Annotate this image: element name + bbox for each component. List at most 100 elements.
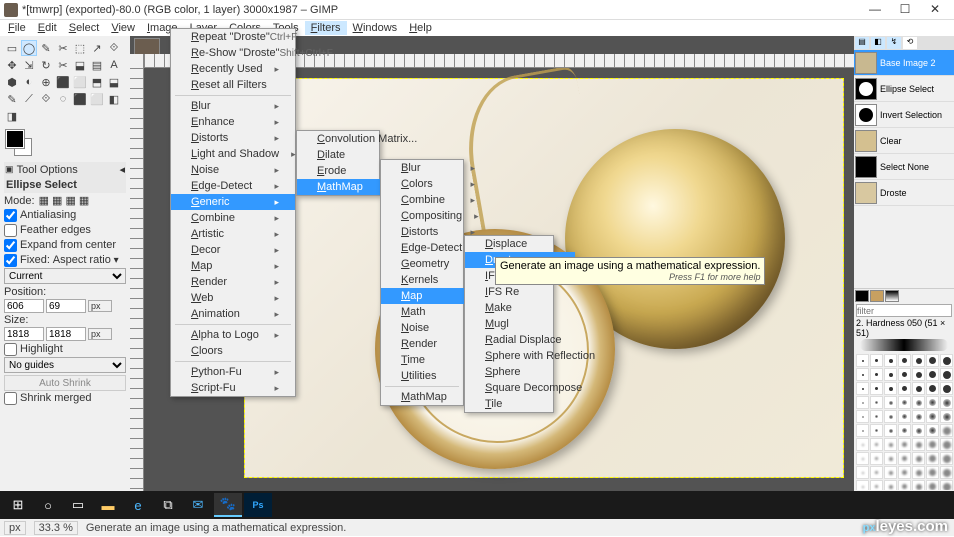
tool-24[interactable]: ◌ — [55, 91, 71, 107]
menu-item-sphere[interactable]: Sphere — [465, 364, 575, 380]
menu-item-web[interactable]: Web▸ — [171, 290, 295, 306]
menu-item-generic[interactable]: Generic▸ — [171, 194, 295, 210]
brush-33[interactable] — [926, 410, 939, 423]
menu-item-radial-displace[interactable]: Radial Displace — [465, 332, 575, 348]
shrinkmerged-check[interactable]: Shrink merged — [4, 391, 126, 406]
right-tabs[interactable]: ▤ ◧ ↯ ⟲ — [854, 36, 954, 50]
menu-windows[interactable]: Windows — [347, 21, 404, 35]
menu-item-combine[interactable]: Combine▸ — [381, 192, 491, 208]
history-item[interactable]: Droste — [854, 180, 954, 206]
menu-item-reset-all-filters[interactable]: Reset all Filters — [171, 77, 295, 93]
brush-50[interactable] — [870, 452, 883, 465]
menu-file[interactable]: File — [2, 21, 32, 35]
brush-53[interactable] — [912, 452, 925, 465]
brush-46[interactable] — [912, 438, 925, 451]
brush-12[interactable] — [926, 368, 939, 381]
antialiasing-check[interactable]: Antialiasing — [4, 208, 126, 223]
brush-41[interactable] — [940, 424, 953, 437]
menu-item-combine[interactable]: Combine▸ — [171, 210, 295, 226]
brush-8[interactable] — [870, 368, 883, 381]
taskview-icon[interactable]: ▭ — [64, 493, 92, 517]
brush-61[interactable] — [926, 466, 939, 479]
menu-item-sphere-with-reflection[interactable]: Sphere with Reflection — [465, 348, 575, 364]
brush-69[interactable] — [940, 480, 953, 490]
ps-icon[interactable]: Ps — [244, 493, 272, 517]
generic-submenu[interactable]: Convolution Matrix...DilateErodeMathMap▸ — [296, 130, 380, 196]
menu-item-edge-detect[interactable]: Edge-Detect▸ — [171, 178, 295, 194]
menu-item-compositing[interactable]: Compositing▸ — [381, 208, 491, 224]
tool-21[interactable]: ✎ — [4, 91, 20, 107]
tool-15[interactable]: ◐ — [21, 74, 37, 90]
menu-item-map[interactable]: Map▸ — [171, 258, 295, 274]
tool-3[interactable]: ✂ — [55, 40, 71, 56]
brush-14[interactable] — [856, 382, 869, 395]
brush-26[interactable] — [926, 396, 939, 409]
tool-27[interactable]: ◧ — [106, 91, 122, 107]
menu-item-colors[interactable]: Colors▸ — [381, 176, 491, 192]
history-item[interactable]: Base Image 2 — [854, 50, 954, 76]
brush-68[interactable] — [926, 480, 939, 490]
tool-17[interactable]: ⬛ — [55, 74, 71, 90]
unit-display[interactable]: px — [4, 521, 26, 535]
menu-item-re-show-droste-[interactable]: Re-Show "Droste"Shift+Ctrl+F — [171, 45, 295, 61]
zoom-display[interactable]: 33.3 % — [34, 521, 78, 535]
gimp-icon[interactable]: 🐾 — [214, 493, 242, 517]
history-item[interactable]: Invert Selection — [854, 102, 954, 128]
brush-65[interactable] — [884, 480, 897, 490]
cortana-icon[interactable]: ○ — [34, 493, 62, 517]
tool-23[interactable]: ⟐ — [38, 91, 54, 107]
brush-28[interactable] — [856, 410, 869, 423]
menu-item-python-fu[interactable]: Python-Fu▸ — [171, 364, 295, 380]
menu-item-recently-used[interactable]: Recently Used▸ — [171, 61, 295, 77]
menu-item-render[interactable]: Render▸ — [171, 274, 295, 290]
brush-37[interactable] — [884, 424, 897, 437]
size-w[interactable] — [4, 327, 44, 341]
menu-item-make[interactable]: Make — [465, 300, 575, 316]
tab-layers[interactable]: ▤ — [855, 37, 869, 49]
tool-28[interactable]: ◨ — [4, 108, 20, 124]
brush-59[interactable] — [898, 466, 911, 479]
menubar[interactable]: FileEditSelectViewImageLayerColorsToolsF… — [0, 20, 954, 36]
brush-6[interactable] — [940, 354, 953, 367]
brush-36[interactable] — [870, 424, 883, 437]
history-item[interactable]: Ellipse Select — [854, 76, 954, 102]
menu-view[interactable]: View — [105, 21, 141, 35]
brush-24[interactable] — [898, 396, 911, 409]
brush-30[interactable] — [884, 410, 897, 423]
tool-26[interactable]: ⬜ — [89, 91, 105, 107]
current-select[interactable]: Current — [4, 268, 126, 284]
menu-item-light-and-shadow[interactable]: Light and Shadow▸ — [171, 146, 295, 162]
menu-item-mugl[interactable]: Mugl — [465, 316, 575, 332]
brush-39[interactable] — [912, 424, 925, 437]
menu-item-blur[interactable]: Blur▸ — [381, 160, 491, 176]
brush-1[interactable] — [870, 354, 883, 367]
brush-9[interactable] — [884, 368, 897, 381]
tool-16[interactable]: ⊕ — [38, 74, 54, 90]
brush-43[interactable] — [870, 438, 883, 451]
brush-27[interactable] — [940, 396, 953, 409]
brush-47[interactable] — [926, 438, 939, 451]
store-icon[interactable]: ⧉ — [154, 493, 182, 517]
brush-2[interactable] — [884, 354, 897, 367]
brush-tabs[interactable] — [854, 289, 954, 303]
tool-0[interactable]: ▭ — [4, 40, 20, 56]
taskbar[interactable]: ⊞ ○ ▭ ▬ e ⧉ ✉ 🐾 Ps — [0, 491, 954, 519]
brush-19[interactable] — [926, 382, 939, 395]
brush-15[interactable] — [870, 382, 883, 395]
menu-item-repeat-droste-[interactable]: Repeat "Droste"Ctrl+F — [171, 29, 295, 45]
tab-undo[interactable]: ⟲ — [903, 37, 917, 49]
brush-62[interactable] — [940, 466, 953, 479]
brush-4[interactable] — [912, 354, 925, 367]
image-tab[interactable] — [134, 38, 160, 54]
guides-select[interactable]: No guides — [4, 357, 126, 373]
close-button[interactable]: ✕ — [920, 0, 950, 20]
brush-38[interactable] — [898, 424, 911, 437]
gradient-tab[interactable] — [885, 290, 899, 302]
menu-item-alpha-to-logo[interactable]: Alpha to Logo▸ — [171, 327, 295, 343]
brush-5[interactable] — [926, 354, 939, 367]
brush-60[interactable] — [912, 466, 925, 479]
brush-35[interactable] — [856, 424, 869, 437]
tool-8[interactable]: ⇲ — [21, 57, 37, 73]
menu-item-noise[interactable]: Noise▸ — [171, 162, 295, 178]
brush-11[interactable] — [912, 368, 925, 381]
